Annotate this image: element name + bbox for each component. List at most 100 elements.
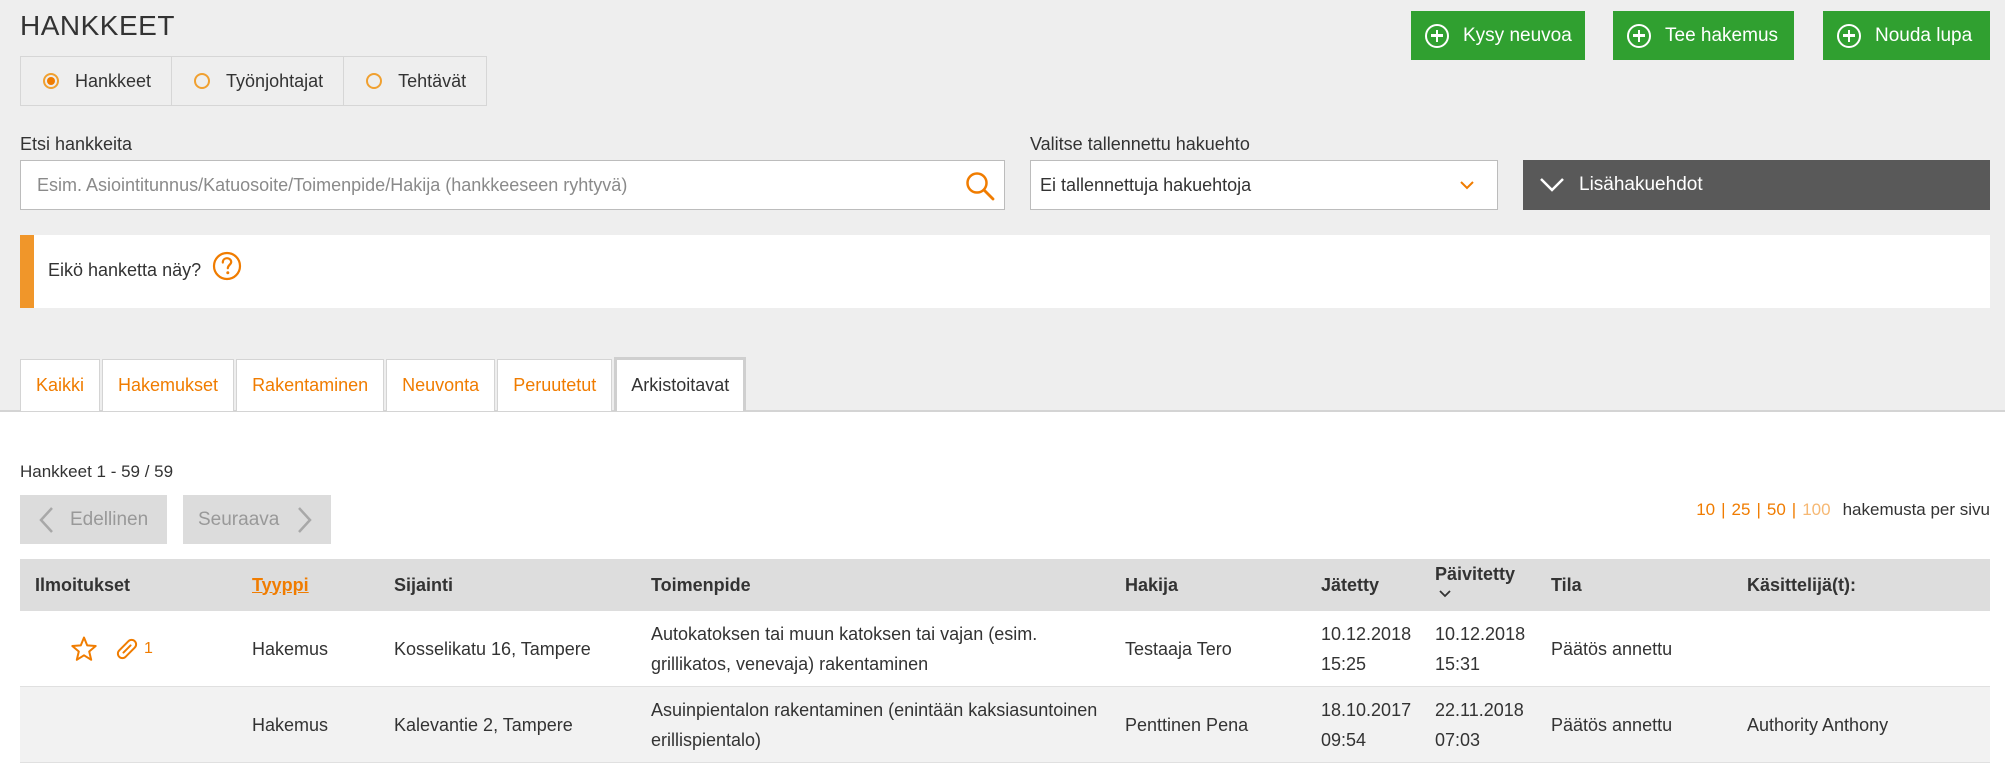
sort-descending-icon (1439, 590, 1451, 598)
notice-accent-bar (20, 235, 34, 308)
chevron-right-icon (298, 506, 313, 533)
updated-time: 07:03 (1435, 729, 1481, 750)
updated-date: 10.12.2018 (1435, 623, 1526, 644)
search-box (20, 160, 1005, 210)
updated-time: 15:31 (1435, 653, 1481, 674)
attachment-icon[interactable] (112, 634, 142, 664)
tab-neuvonta[interactable]: Neuvonta (386, 359, 496, 411)
plus-circle-icon (1837, 23, 1861, 48)
tab-bar: Kaikki Hakemukset Rakentaminen Neuvonta … (20, 357, 748, 412)
saved-search-label: Valitse tallennettu hakuehto (1030, 134, 1250, 154)
applicant-cell: Testaaja Tero (1110, 611, 1306, 687)
submitted-date: 10.12.2018 (1321, 623, 1412, 644)
submitted-cell: 10.12.2018 15:25 (1306, 611, 1420, 687)
per-page-separator: | (1721, 500, 1726, 519)
column-header-updated[interactable]: Päivitetty (1420, 559, 1536, 611)
table-row[interactable]: 1 Hakemus Kosselikatu 16, Tampere Autoka… (20, 611, 1990, 687)
updated-cell: 22.11.2018 07:03 (1420, 686, 1536, 763)
notifications-cell: 1 (20, 611, 237, 687)
tab-hakemukset[interactable]: Hakemukset (102, 359, 235, 411)
column-header-handlers: Käsittelijä(t): (1732, 559, 1990, 611)
tab-arkistoitavat[interactable]: Arkistoitavat (614, 357, 747, 411)
ask-advice-label: Kysy neuvoa (1463, 24, 1572, 46)
table-header-row: Ilmoitukset Tyyppi Sijainti Toimenpide H… (20, 559, 1990, 611)
handlers-cell: Authority Anthony (1732, 686, 1990, 763)
per-page-separator: | (1756, 500, 1761, 519)
per-page-option-25[interactable]: 25 (1732, 500, 1751, 520)
search-label: Etsi hankkeita (20, 134, 133, 154)
results-count: Hankkeet 1 - 59 / 59 (20, 462, 174, 481)
updated-date: 22.11.2018 (1435, 699, 1524, 720)
view-option-tyonjohtajat[interactable]: Työnjohtajat (172, 57, 345, 105)
chevron-down-icon (1460, 181, 1474, 190)
state-cell: Päätös annettu (1536, 686, 1732, 763)
make-application-button[interactable]: Tee hakemus (1613, 11, 1794, 60)
make-application-label: Tee hakemus (1665, 24, 1779, 46)
per-page-option-10[interactable]: 10 (1696, 500, 1715, 520)
radio-icon (366, 73, 383, 89)
type-cell: Hakemus (237, 611, 379, 687)
tab-rakentaminen[interactable]: Rakentaminen (236, 359, 385, 411)
column-header-state[interactable]: Tila (1536, 559, 1732, 611)
next-page-button[interactable]: Seuraava (183, 495, 331, 544)
tab-kaikki[interactable]: Kaikki (20, 359, 101, 411)
location-cell: Kosselikatu 16, Tampere (379, 611, 636, 687)
type-cell: Hakemus (237, 686, 379, 763)
help-icon[interactable] (212, 251, 242, 281)
per-page-option-100[interactable]: 100 (1802, 500, 1830, 520)
view-selector: Hankkeet Työnjohtajat Tehtävät (20, 56, 488, 106)
applicant-cell: Penttinen Pena (1110, 686, 1306, 763)
per-page-separator: | (1791, 500, 1797, 519)
radio-icon (194, 73, 211, 89)
updated-cell: 10.12.2018 15:31 (1420, 611, 1536, 687)
handlers-cell (1732, 611, 1990, 687)
plus-circle-icon (1627, 23, 1651, 48)
ask-advice-button[interactable]: Kysy neuvoa (1411, 11, 1585, 60)
operation-cell: Asuinpientalon rakentaminen (enintään ka… (636, 686, 1110, 763)
more-filters-label: Lisähakuehdot (1579, 174, 1703, 195)
column-header-operation[interactable]: Toimenpide (636, 559, 1110, 611)
search-input[interactable] (21, 161, 953, 209)
column-header-applicant[interactable]: Hakija (1110, 559, 1306, 611)
column-header-notifications: Ilmoitukset (20, 559, 237, 611)
previous-page-label: Edellinen (70, 508, 149, 530)
projects-table: Ilmoitukset Tyyppi Sijainti Toimenpide H… (20, 559, 1990, 763)
star-icon[interactable] (70, 635, 98, 663)
get-permit-label: Nouda lupa (1875, 24, 1973, 46)
submitted-cell: 18.10.2017 09:54 (1306, 686, 1420, 763)
saved-search-select[interactable]: Ei tallennettuja hakuehtoja (1030, 160, 1498, 210)
submitted-time: 15:25 (1321, 653, 1367, 674)
notice-box: Eikö hanketta näy? (20, 235, 1990, 308)
tab-peruutetut[interactable]: Peruutetut (497, 359, 613, 411)
attachment-count: 1 (144, 639, 153, 657)
column-header-submitted[interactable]: Jätetty (1306, 559, 1420, 611)
column-header-type[interactable]: Tyyppi (237, 559, 379, 611)
chevron-down-icon (1540, 178, 1564, 192)
previous-page-button[interactable]: Edellinen (20, 495, 167, 544)
search-icon[interactable] (964, 170, 996, 202)
column-header-location[interactable]: Sijainti (379, 559, 636, 611)
view-option-label: Hankkeet (75, 70, 152, 91)
submitted-date: 18.10.2017 (1321, 699, 1412, 720)
per-page-selector: 10 | 25 | 50 | 100 hakemusta per sivu (1696, 500, 1990, 520)
get-permit-button[interactable]: Nouda lupa (1823, 11, 1990, 60)
per-page-label: hakemusta per sivu (1842, 500, 1990, 519)
view-option-label: Tehtävät (398, 70, 467, 91)
view-option-hankkeet[interactable]: Hankkeet (21, 57, 173, 105)
submitted-time: 09:54 (1321, 729, 1367, 750)
view-option-label: Työnjohtajat (226, 70, 324, 91)
more-filters-button[interactable]: Lisähakuehdot (1523, 160, 1990, 210)
view-option-tehtavat[interactable]: Tehtävät (344, 57, 486, 105)
radio-selected-icon (43, 73, 59, 89)
location-cell: Kalevantie 2, Tampere (379, 686, 636, 763)
table-row[interactable]: Hakemus Kalevantie 2, Tampere Asuinpient… (20, 686, 1990, 763)
saved-search-value: Ei tallennettuja hakuehtoja (1040, 174, 1252, 195)
state-cell: Päätös annettu (1536, 611, 1732, 687)
column-header-updated-label: Päivitetty (1435, 564, 1516, 584)
page-title: HANKKEET (20, 10, 175, 41)
operation-cell: Autokatoksen tai muun katoksen tai vajan… (636, 611, 1110, 687)
notice-text: Eikö hanketta näy? (48, 260, 202, 280)
per-page-option-50[interactable]: 50 (1767, 500, 1786, 520)
chevron-left-icon (39, 506, 53, 533)
notifications-cell (20, 686, 237, 763)
